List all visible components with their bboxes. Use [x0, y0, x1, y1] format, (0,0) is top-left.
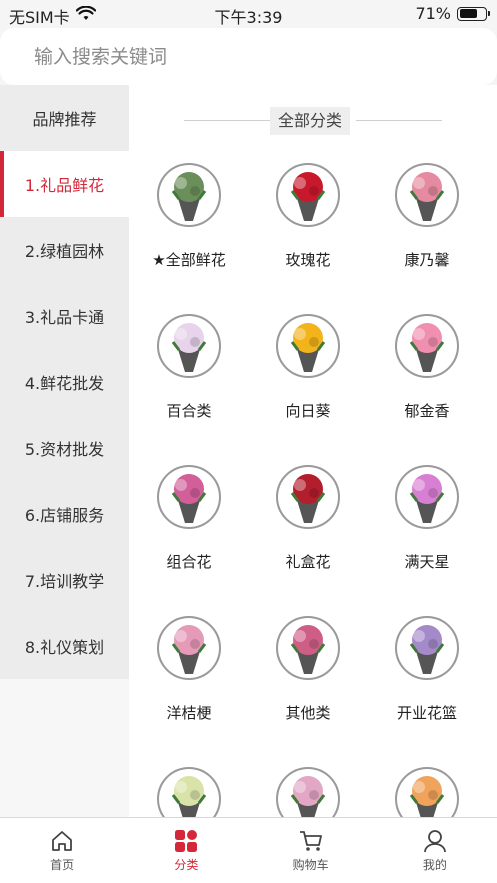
- tab-profile[interactable]: 我的: [373, 818, 497, 883]
- category-label: 郁金香: [404, 402, 450, 420]
- category-item[interactable]: 百合类: [129, 314, 249, 444]
- category-item[interactable]: 向日葵: [248, 314, 368, 444]
- category-item[interactable]: 其他类: [248, 616, 368, 746]
- sidebar-item-label: 2.绿植园林: [24, 242, 105, 261]
- category-label: 满天星: [404, 553, 450, 571]
- category-item[interactable]: ★全部鲜花: [129, 163, 249, 293]
- category-label: ★全部鲜花: [152, 251, 226, 269]
- category-label: 礼盒花: [285, 553, 331, 571]
- sidebar-item-label: 1.礼品鲜花: [24, 176, 105, 195]
- tab-label: 分类: [174, 858, 199, 872]
- tab-label: 首页: [50, 858, 75, 872]
- category-label: 洋桔梗: [166, 704, 212, 722]
- category-item[interactable]: 组合花: [129, 465, 249, 595]
- sidebar-item-material-wholesale[interactable]: 5.资材批发: [0, 415, 129, 481]
- category-label: 玫瑰花: [285, 251, 331, 269]
- opening-flower-basket-photo: [395, 616, 459, 680]
- category-item[interactable]: 玫瑰花: [248, 163, 368, 293]
- sidebar-item-gift-flowers[interactable]: 1.礼品鲜花: [0, 151, 129, 217]
- category-content: 全部分类 ★全部鲜花 玫瑰花 康乃馨百合类 向日葵 郁金香组合花 礼盒花 满天星洋桔梗 其他类…: [129, 85, 497, 817]
- status-bar: 无SIM卡 下午3:39 71%: [0, 0, 497, 28]
- sidebar-item-label: 6.店铺服务: [24, 506, 105, 525]
- category-label: 组合花: [166, 553, 212, 571]
- category-label: 向日葵: [285, 402, 331, 420]
- lily-bouquet-photo: [157, 767, 221, 817]
- divider-left: [184, 120, 270, 121]
- tab-category[interactable]: 分类: [124, 818, 248, 883]
- tab-cart[interactable]: 购物车: [249, 818, 373, 883]
- sidebar-item-flower-wholesale[interactable]: 4.鲜花批发: [0, 349, 129, 415]
- category-item[interactable]: [367, 767, 487, 817]
- category-label: 其他类: [285, 704, 331, 722]
- tab-label: 我的: [422, 858, 447, 872]
- category-item[interactable]: 洋桔梗: [129, 616, 249, 746]
- category-label: 开业花篮: [396, 704, 457, 722]
- sidebar-item-gift-cartoon[interactable]: 3.礼品卡通: [0, 283, 129, 349]
- red-rose-bouquet-photo: [276, 163, 340, 227]
- sidebar-item-shop-service[interactable]: 6.店铺服务: [0, 481, 129, 547]
- single-flower-bundles-photo: [395, 767, 459, 817]
- category-sidebar: 品牌推荐 1.礼品鲜花 2.绿植园林 3.礼品卡通 4.鲜花批发 5.资材批发 …: [0, 85, 129, 817]
- sidebar-item-training[interactable]: 7.培训教学: [0, 547, 129, 613]
- sidebar-item-green-plants[interactable]: 2.绿植园林: [0, 217, 129, 283]
- category-label: 百合类: [166, 402, 212, 420]
- home-icon: [49, 828, 75, 854]
- bottom-tab-bar: 首页 分类 购物车 我的: [0, 817, 497, 883]
- sidebar-item-label: 8.礼仪策划: [24, 638, 105, 657]
- search-bar: [0, 28, 497, 85]
- sidebar-item-brand[interactable]: 品牌推荐: [0, 85, 129, 151]
- category-item[interactable]: [129, 767, 249, 817]
- category-item[interactable]: 郁金香: [367, 314, 487, 444]
- sidebar-item-label: 5.资材批发: [24, 440, 105, 459]
- sidebar-item-event-planning[interactable]: 8.礼仪策划: [0, 613, 129, 679]
- section-title: 全部分类: [270, 107, 351, 135]
- category-item[interactable]: 开业花篮: [367, 616, 487, 746]
- profile-icon: [422, 828, 448, 854]
- sidebar-item-label: 3.礼品卡通: [24, 308, 105, 327]
- flower-gift-box-photo: [276, 465, 340, 529]
- search-input[interactable]: [34, 45, 454, 68]
- category-item[interactable]: [248, 767, 368, 817]
- tab-home[interactable]: 首页: [0, 818, 124, 883]
- sidebar-item-label: 品牌推荐: [32, 110, 97, 129]
- category-item[interactable]: 满天星: [367, 465, 487, 595]
- eustoma-bouquet-photo: [157, 616, 221, 680]
- dahlia-bouquet-photo: [276, 616, 340, 680]
- category-item[interactable]: 康乃馨: [367, 163, 487, 293]
- lily-bouquet-photo: [157, 314, 221, 378]
- tab-label: 购物车: [292, 858, 329, 872]
- battery-icon: [457, 6, 490, 21]
- status-right: 71%: [415, 4, 490, 23]
- tulip-bouquet-photo: [395, 314, 459, 378]
- sidebar-item-label: 7.培训教学: [24, 572, 105, 591]
- flower-shop-photo: [157, 163, 221, 227]
- mixed-bouquet-photo: [157, 465, 221, 529]
- cart-icon: [298, 828, 324, 854]
- divider-right: [356, 120, 442, 121]
- category-icon: [173, 828, 199, 854]
- sunflower-bouquet-photo: [276, 314, 340, 378]
- category-item[interactable]: 礼盒花: [248, 465, 368, 595]
- search-box[interactable]: [0, 28, 497, 85]
- babys-breath-bouquet-photo: [395, 465, 459, 529]
- battery-level: [459, 9, 478, 18]
- battery-percent: 71%: [415, 4, 451, 23]
- mixed-bouquet-photo: [276, 767, 340, 817]
- category-label: 康乃馨: [404, 251, 450, 269]
- carnation-bouquet-photo: [395, 163, 459, 227]
- section-header: 全部分类: [184, 107, 442, 135]
- sidebar-item-label: 4.鲜花批发: [24, 374, 105, 393]
